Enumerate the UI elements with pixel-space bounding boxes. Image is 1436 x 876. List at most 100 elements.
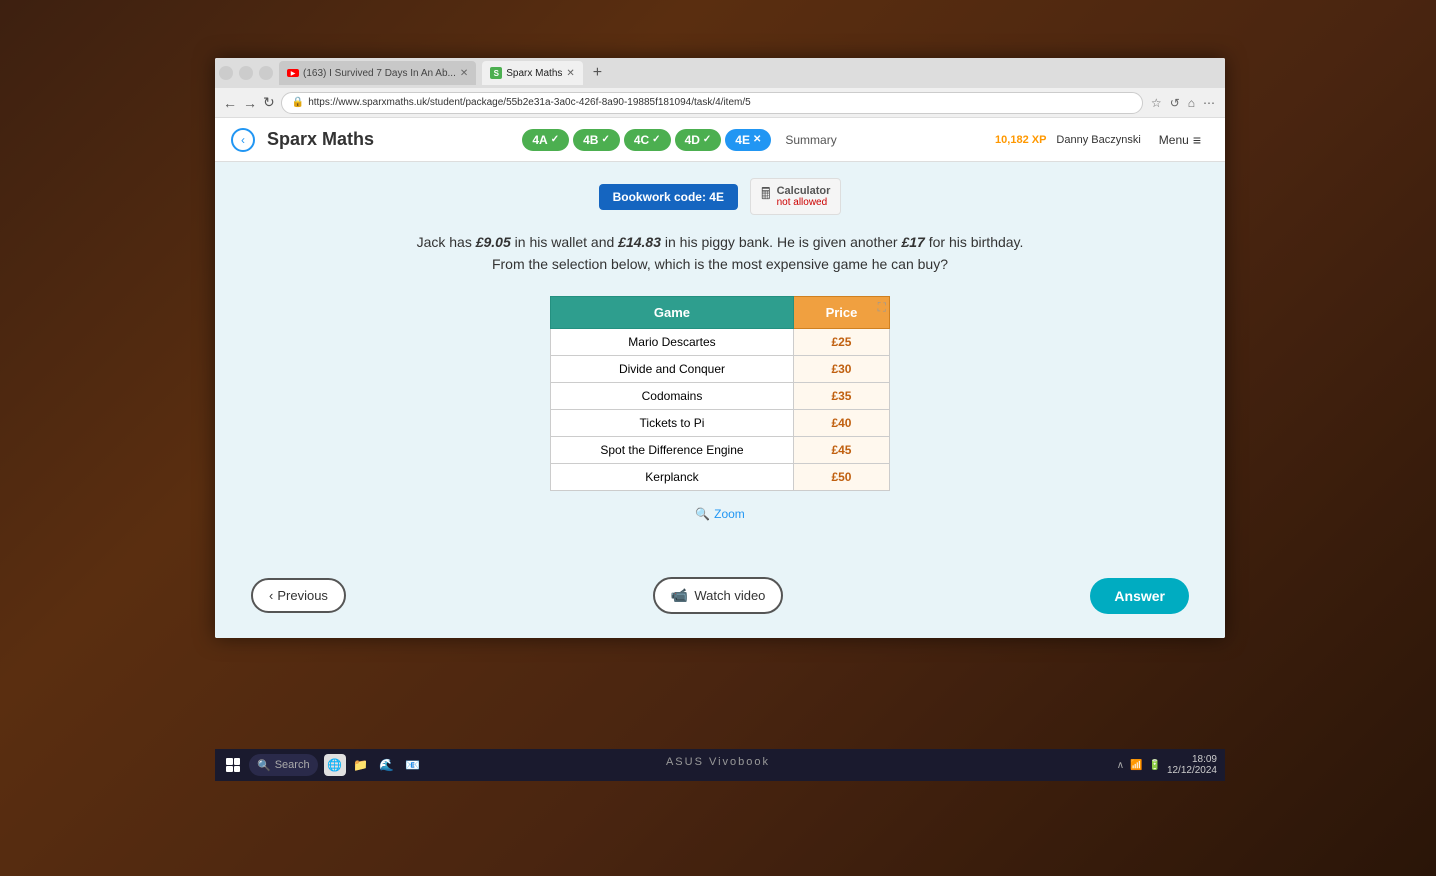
back-arrow[interactable]: ←: [223, 95, 237, 111]
tab-4D-check: ✓: [703, 134, 711, 145]
bookwork-code-badge: Bookwork code: 4E: [599, 184, 738, 210]
taskbar-files-icon[interactable]: 📁: [350, 754, 372, 776]
taskbar-search-text: Search: [275, 759, 310, 771]
username-display: Danny Baczynski: [1056, 134, 1140, 146]
tab-summary-label: Summary: [785, 133, 836, 147]
taskbar-search-bar[interactable]: 🔍 Search: [249, 754, 318, 776]
price-cell: £40: [793, 409, 889, 436]
bottom-buttons: ‹ Previous 📹 Watch video Answer: [231, 569, 1209, 622]
question-text: Jack has £9.05 in his wallet and £14.83 …: [417, 231, 1024, 276]
price-cell: £35: [793, 382, 889, 409]
calculator-info: 🖩 Calculator not allowed: [750, 178, 841, 215]
taskbar-app-icons: 🌐 📁 🌊 📧: [324, 754, 424, 776]
youtube-icon: ▶: [287, 69, 299, 77]
browser-minimize-btn[interactable]: [219, 66, 233, 80]
browser-close-btn[interactable]: [259, 66, 273, 80]
sparx-nav-tabs: 4A ✓ 4B ✓ 4C ✓ 4D ✓ 4E ✕: [386, 129, 983, 151]
more-icon[interactable]: ⋯: [1201, 94, 1217, 112]
video-camera-icon: 📹: [671, 587, 688, 604]
tab-4E[interactable]: 4E ✕: [725, 129, 771, 151]
previous-button[interactable]: ‹ Previous: [251, 578, 346, 613]
tab-4A-label: 4A: [532, 133, 547, 147]
sparx-title: Sparx Maths: [267, 129, 374, 150]
tab-4B-check: ✓: [601, 134, 609, 145]
tab-sparx-close[interactable]: ✕: [566, 68, 574, 79]
windows-start-button[interactable]: [223, 755, 243, 775]
url-text: https://www.sparxmaths.uk/student/packag…: [308, 97, 751, 108]
sparx-back-button[interactable]: ‹: [231, 128, 255, 152]
refresh-btn[interactable]: ↻: [263, 94, 275, 111]
browser-restore-btn[interactable]: [239, 66, 253, 80]
tab-4E-label: 4E: [735, 133, 750, 147]
tab-4A[interactable]: 4A ✓: [522, 129, 569, 151]
taskbar-expand-icon[interactable]: ∧: [1117, 760, 1124, 771]
tab-4A-check: ✓: [551, 134, 559, 145]
sparx-back-icon: ‹: [241, 133, 245, 147]
price-cell: £45: [793, 436, 889, 463]
tab-summary[interactable]: Summary: [775, 129, 846, 151]
tab-4D-label: 4D: [685, 133, 700, 147]
game-cell: Mario Descartes: [551, 328, 794, 355]
game-table: Game Price Mario Descartes£25Divide and …: [550, 296, 890, 491]
address-bar[interactable]: 🔒 https://www.sparxmaths.uk/student/pack…: [281, 92, 1143, 114]
expand-icon[interactable]: ⛶: [878, 300, 886, 315]
zoom-search-icon: 🔍: [695, 507, 710, 521]
amount-2: £14.83: [618, 234, 661, 250]
table-row: Divide and Conquer£30: [551, 355, 890, 382]
taskbar-chrome-icon[interactable]: 🌐: [324, 754, 346, 776]
question-line2: From the selection below, which is the m…: [417, 253, 1024, 275]
zoom-label: Zoom: [714, 507, 745, 521]
col-header-price: Price: [793, 296, 889, 328]
amount-1: £9.05: [476, 234, 511, 250]
calculator-label: Calculator: [777, 185, 831, 197]
taskbar-right-area: ∧ 📶 🔋 18:09 12/12/2024: [1117, 754, 1217, 776]
table-row: Codomains£35: [551, 382, 890, 409]
tab-4B[interactable]: 4B ✓: [573, 129, 620, 151]
tab-4C-label: 4C: [634, 133, 649, 147]
table-wrapper: ⛶ Game Price Mario Descartes£25Divide an…: [550, 296, 890, 507]
price-cell: £50: [793, 463, 889, 490]
game-cell: Spot the Difference Engine: [551, 436, 794, 463]
tab-4C-check: ✓: [652, 134, 660, 145]
prev-label: Previous: [277, 588, 328, 603]
refresh-icon[interactable]: ↺: [1168, 94, 1182, 112]
game-cell: Codomains: [551, 382, 794, 409]
col-header-game: Game: [551, 296, 794, 328]
tab-youtube-label: (163) I Survived 7 Days In An Ab...: [303, 68, 456, 79]
menu-label: Menu: [1159, 133, 1189, 147]
watch-video-label: Watch video: [694, 588, 765, 603]
table-row: Spot the Difference Engine£45: [551, 436, 890, 463]
sparx-user-area: 10,182 XP Danny Baczynski Menu ≡: [995, 128, 1209, 152]
taskbar-app4-icon[interactable]: 📧: [402, 754, 424, 776]
tab-youtube[interactable]: ▶ (163) I Survived 7 Days In An Ab... ✕: [279, 61, 476, 85]
price-cell: £30: [793, 355, 889, 382]
sparx-header: ‹ Sparx Maths 4A ✓ 4B ✓ 4C ✓ 4D ✓: [215, 118, 1225, 162]
tab-youtube-close[interactable]: ✕: [460, 68, 468, 79]
tab-4C[interactable]: 4C ✓: [624, 129, 671, 151]
tab-4D[interactable]: 4D ✓: [675, 129, 722, 151]
new-tab-btn[interactable]: +: [589, 64, 606, 82]
menu-icon: ≡: [1193, 132, 1201, 148]
home-icon[interactable]: ⌂: [1186, 94, 1197, 112]
sparx-tab-icon: S: [490, 67, 502, 79]
prev-chevron: ‹: [269, 588, 273, 603]
network-icon: 📶: [1130, 760, 1142, 771]
bookwork-row: Bookwork code: 4E 🖩 Calculator not allow…: [599, 178, 842, 215]
answer-button[interactable]: Answer: [1090, 578, 1189, 614]
menu-button[interactable]: Menu ≡: [1151, 128, 1209, 152]
sparx-content: Bookwork code: 4E 🖩 Calculator not allow…: [215, 162, 1225, 638]
tab-4E-x: ✕: [753, 134, 761, 145]
browser-chrome: ▶ (163) I Survived 7 Days In An Ab... ✕ …: [215, 58, 1225, 118]
watch-video-button[interactable]: 📹 Watch video: [653, 577, 784, 614]
zoom-link[interactable]: 🔍 Zoom: [695, 507, 745, 521]
tab-sparx[interactable]: S Sparx Maths ✕: [482, 61, 583, 85]
taskbar-edge-icon[interactable]: 🌊: [376, 754, 398, 776]
forward-arrow[interactable]: →: [243, 95, 257, 111]
star-icon[interactable]: ☆: [1149, 94, 1164, 112]
table-row: Kerplanck£50: [551, 463, 890, 490]
taskbar-time-display: 18:09: [1167, 754, 1217, 765]
game-cell: Tickets to Pi: [551, 409, 794, 436]
taskbar-datetime: 18:09 12/12/2024: [1167, 754, 1217, 776]
game-cell: Kerplanck: [551, 463, 794, 490]
address-bar-row: ← → ↻ 🔒 https://www.sparxmaths.uk/studen…: [215, 88, 1225, 118]
